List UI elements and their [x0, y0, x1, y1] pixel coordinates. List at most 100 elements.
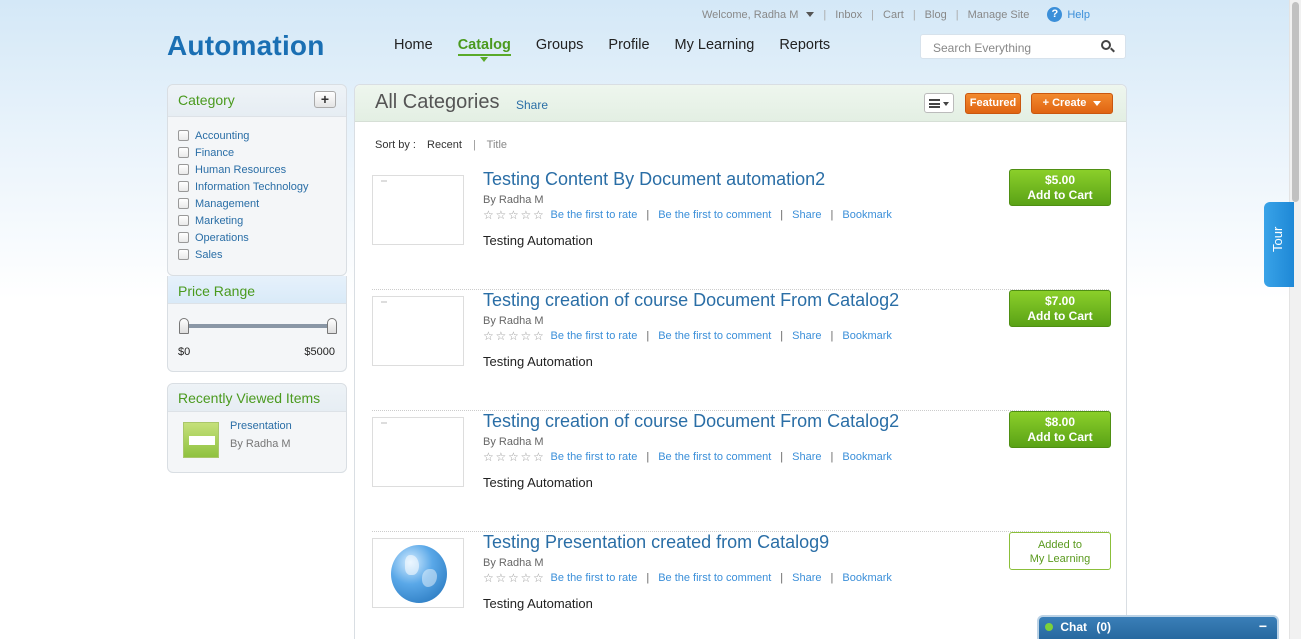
star-icon[interactable]: ☆	[496, 330, 507, 342]
item-thumbnail[interactable]	[372, 175, 464, 245]
cart-link[interactable]: Cart	[883, 9, 904, 21]
checkbox[interactable]	[178, 181, 189, 192]
add-to-cart-button[interactable]: $7.00 Add to Cart	[1009, 290, 1111, 327]
category-item[interactable]: Information Technology	[178, 178, 346, 195]
item-share-link[interactable]: Share	[792, 209, 821, 221]
bookmark-link[interactable]: Bookmark	[842, 572, 892, 584]
help-icon[interactable]: ?	[1047, 7, 1063, 22]
star-icon[interactable]: ☆	[533, 209, 544, 221]
category-label[interactable]: Human Resources	[195, 164, 286, 176]
star-icon[interactable]: ☆	[521, 572, 532, 584]
category-item[interactable]: Sales	[178, 246, 346, 263]
star-icon[interactable]: ☆	[483, 451, 494, 463]
star-icon[interactable]: ☆	[508, 451, 519, 463]
comment-link[interactable]: Be the first to comment	[658, 572, 771, 584]
star-icon[interactable]: ☆	[483, 572, 494, 584]
nav-groups[interactable]: Groups	[536, 37, 584, 56]
star-icon[interactable]: ☆	[508, 209, 519, 221]
item-thumbnail[interactable]	[372, 538, 464, 608]
bookmark-link[interactable]: Bookmark	[842, 451, 892, 463]
help-link[interactable]: Help	[1067, 9, 1090, 21]
price-max-handle[interactable]	[327, 318, 337, 334]
category-label[interactable]: Management	[195, 198, 259, 210]
featured-button[interactable]: Featured	[965, 93, 1021, 114]
category-item[interactable]: Human Resources	[178, 161, 346, 178]
nav-catalog[interactable]: Catalog	[457, 37, 511, 62]
star-icon[interactable]: ☆	[521, 451, 532, 463]
star-icon[interactable]: ☆	[508, 330, 519, 342]
category-label[interactable]: Sales	[195, 249, 223, 261]
share-link[interactable]: Share	[516, 98, 548, 112]
inbox-link[interactable]: Inbox	[835, 9, 862, 21]
item-title[interactable]: Testing creation of course Document From…	[483, 290, 899, 311]
star-icon[interactable]: ☆	[533, 572, 544, 584]
minimize-icon[interactable]: −	[1259, 618, 1267, 634]
category-item[interactable]: Finance	[178, 144, 346, 161]
category-label[interactable]: Finance	[195, 147, 234, 159]
price-min-handle[interactable]	[179, 318, 189, 334]
manage-site-link[interactable]: Manage Site	[968, 9, 1030, 21]
comment-link[interactable]: Be the first to comment	[658, 209, 771, 221]
tour-tab[interactable]: Tour	[1264, 202, 1294, 287]
checkbox[interactable]	[178, 198, 189, 209]
site-logo[interactable]: Automation	[167, 30, 325, 62]
rate-link[interactable]: Be the first to rate	[551, 209, 638, 221]
category-label[interactable]: Marketing	[195, 215, 243, 227]
checkbox[interactable]	[178, 249, 189, 260]
add-to-cart-button[interactable]: $5.00 Add to Cart	[1009, 169, 1111, 206]
nav-home[interactable]: Home	[394, 37, 433, 56]
view-toggle-button[interactable]	[924, 93, 954, 113]
star-icon[interactable]: ☆	[496, 572, 507, 584]
scrollbar[interactable]	[1289, 0, 1301, 639]
rating-stars[interactable]: ☆ ☆ ☆ ☆ ☆	[483, 209, 546, 221]
checkbox[interactable]	[178, 164, 189, 175]
star-icon[interactable]: ☆	[496, 451, 507, 463]
star-icon[interactable]: ☆	[483, 330, 494, 342]
rating-stars[interactable]: ☆ ☆ ☆ ☆ ☆	[483, 451, 546, 463]
checkbox[interactable]	[178, 232, 189, 243]
scrollbar-thumb[interactable]	[1292, 2, 1299, 202]
bookmark-link[interactable]: Bookmark	[842, 330, 892, 342]
nav-my-learning[interactable]: My Learning	[675, 37, 755, 56]
category-item[interactable]: Management	[178, 195, 346, 212]
create-button[interactable]: + Create	[1031, 93, 1113, 114]
star-icon[interactable]: ☆	[521, 330, 532, 342]
comment-link[interactable]: Be the first to comment	[658, 330, 771, 342]
star-icon[interactable]: ☆	[496, 209, 507, 221]
star-icon[interactable]: ☆	[521, 209, 532, 221]
comment-link[interactable]: Be the first to comment	[658, 451, 771, 463]
item-title[interactable]: Testing creation of course Document From…	[483, 411, 899, 432]
nav-reports[interactable]: Reports	[779, 37, 830, 56]
category-label[interactable]: Operations	[195, 232, 249, 244]
recent-item-title[interactable]: Presentation	[230, 420, 292, 432]
item-title[interactable]: Testing Content By Document automation2	[483, 169, 825, 190]
added-to-my-learning-button[interactable]: Added to My Learning	[1009, 532, 1111, 570]
star-icon[interactable]: ☆	[508, 572, 519, 584]
search-input[interactable]: Search Everything	[920, 34, 1126, 59]
blog-link[interactable]: Blog	[925, 9, 947, 21]
rating-stars[interactable]: ☆ ☆ ☆ ☆ ☆	[483, 572, 546, 584]
search-icon[interactable]	[1101, 40, 1111, 50]
nav-profile[interactable]: Profile	[608, 37, 649, 56]
category-item[interactable]: Accounting	[178, 127, 346, 144]
add-category-button[interactable]: +	[314, 91, 336, 108]
item-share-link[interactable]: Share	[792, 330, 821, 342]
user-dropdown-icon[interactable]	[806, 12, 815, 17]
category-item[interactable]: Marketing	[178, 212, 346, 229]
welcome-user[interactable]: Welcome, Radha M	[702, 9, 798, 21]
add-to-cart-button[interactable]: $8.00 Add to Cart	[1009, 411, 1111, 448]
checkbox[interactable]	[178, 130, 189, 141]
rate-link[interactable]: Be the first to rate	[551, 451, 638, 463]
checkbox[interactable]	[178, 147, 189, 158]
rate-link[interactable]: Be the first to rate	[551, 572, 638, 584]
star-icon[interactable]: ☆	[533, 330, 544, 342]
star-icon[interactable]: ☆	[533, 451, 544, 463]
recent-item[interactable]: Presentation By Radha M	[183, 420, 292, 458]
rate-link[interactable]: Be the first to rate	[551, 330, 638, 342]
item-title[interactable]: Testing Presentation created from Catalo…	[483, 532, 829, 553]
chat-bar[interactable]: Chat (0) −	[1037, 615, 1279, 639]
item-share-link[interactable]: Share	[792, 451, 821, 463]
recent-item-thumbnail[interactable]	[183, 422, 219, 458]
bookmark-link[interactable]: Bookmark	[842, 209, 892, 221]
sort-title[interactable]: Title	[487, 139, 507, 151]
